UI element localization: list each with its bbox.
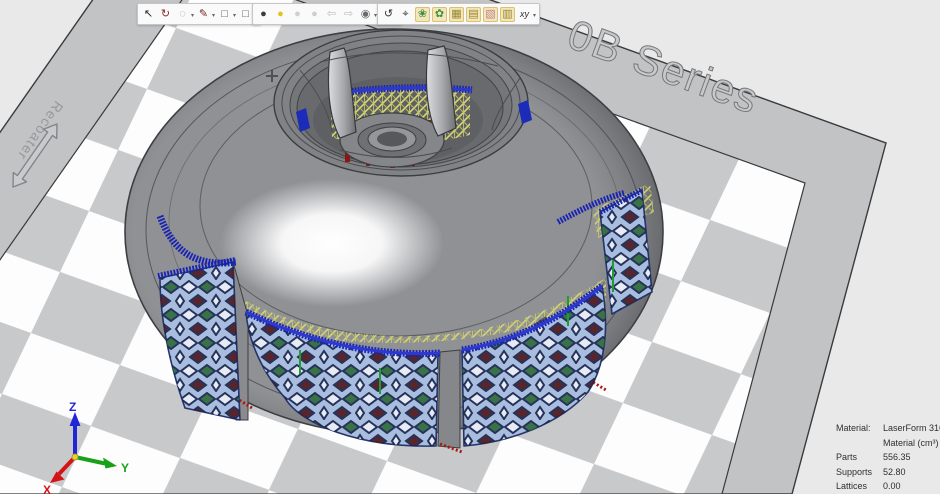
shell-lattice-tool-icon[interactable]: ✿ — [432, 7, 447, 22]
light-off-icon[interactable]: ● — [256, 7, 271, 22]
y-axis-label: Y — [121, 461, 129, 475]
material-label: Material: — [836, 421, 883, 436]
toolbar-selection: ↖↻◌▾✎▾□▾□▾ — [137, 3, 261, 25]
lattice-tool-icon[interactable]: ❀ — [415, 7, 430, 22]
axis-xy-icon-dropdown[interactable]: ▾ — [533, 12, 536, 19]
info-label: Supports — [836, 465, 883, 480]
rotate-view-tool[interactable]: ↻ — [158, 7, 173, 22]
circle-select-tool-dropdown[interactable]: ▾ — [191, 12, 194, 19]
axis-xy-icon[interactable]: xy — [517, 7, 532, 22]
specular-highlight — [220, 179, 444, 307]
info-value: 556.35 — [883, 450, 911, 465]
next-view-icon[interactable]: ⇨ — [341, 7, 356, 22]
light-on-icon[interactable]: ● — [273, 7, 288, 22]
viewport-3d[interactable]: 0B Series Recoater — [0, 0, 940, 494]
material-row: Material: LaserForm 316L (A)_Svl — [836, 421, 940, 436]
circle-select-tool[interactable]: ◌ — [175, 7, 190, 22]
previous-view-icon[interactable]: ⇦ — [324, 7, 339, 22]
info-row-lattices: Lattices0.00 — [836, 479, 940, 494]
snap-node-icon[interactable]: ⌖ — [398, 7, 413, 22]
info-row-supports: Supports52.80 — [836, 465, 940, 480]
support-cone-tool-icon[interactable]: ▥ — [500, 7, 515, 22]
info-value: 52.80 — [883, 465, 906, 480]
material-value: LaserForm 316L (A)_Svl — [883, 421, 940, 436]
material-info-panel: Material: LaserForm 316L (A)_Svl Materia… — [836, 421, 940, 494]
support-tree-tool-icon[interactable]: ▤ — [466, 7, 481, 22]
application-window: 0B Series Recoater — [0, 0, 940, 494]
select-pointer-tool[interactable]: ↖ — [141, 7, 156, 22]
axis-origin — [72, 454, 78, 460]
box-select-tool[interactable]: □ — [217, 7, 232, 22]
impeller-model[interactable] — [125, 29, 663, 452]
support-wall-tool-icon[interactable]: ▦ — [449, 7, 464, 22]
undo-icon[interactable]: ↺ — [381, 7, 396, 22]
unit-header-row: Material (cm³) — [836, 436, 940, 451]
globe-view-icon[interactable]: ◉ — [358, 7, 373, 22]
sketch-measure-tool[interactable]: ✎ — [196, 7, 211, 22]
support-region-tool-icon[interactable]: ▧ — [483, 7, 498, 22]
info-label: Parts — [836, 450, 883, 465]
box-select-tool-dropdown[interactable]: ▾ — [233, 12, 236, 19]
unit-header: Material (cm³) — [883, 436, 939, 451]
info-value: 0.00 — [883, 479, 901, 494]
window-select-tool[interactable]: □ — [238, 7, 253, 22]
sketch-measure-tool-dropdown[interactable]: ▾ — [212, 12, 215, 19]
part-skirt-gap-center — [438, 350, 460, 448]
x-axis-label: X — [43, 483, 51, 494]
light-dim-icon[interactable]: ● — [290, 7, 305, 22]
toolbar-build: ↺⌖❀✿▦▤▧▥xy▾ — [377, 3, 540, 25]
info-label: Lattices — [836, 479, 883, 494]
info-row-parts: Parts556.35 — [836, 450, 940, 465]
z-axis-label: Z — [69, 400, 76, 414]
light-drag-icon[interactable]: ● — [307, 7, 322, 22]
